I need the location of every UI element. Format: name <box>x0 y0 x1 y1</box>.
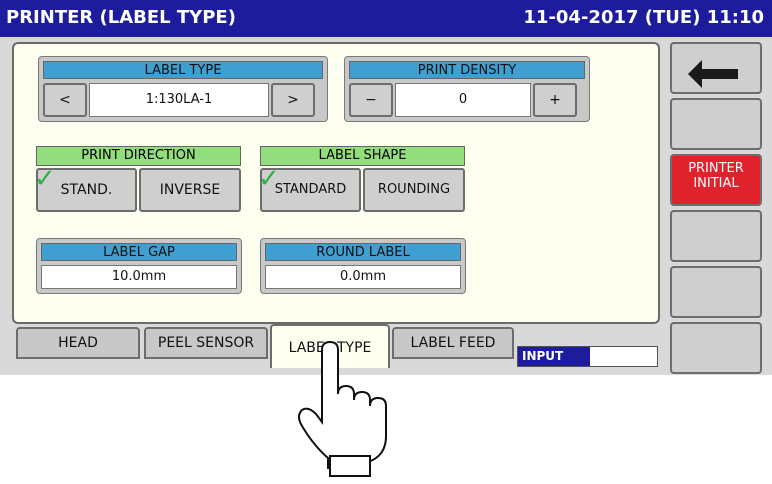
checkmark-icon: ✓ <box>258 164 280 194</box>
printer-initial-line2: INITIAL <box>693 176 739 191</box>
side-button-2[interactable] <box>670 98 762 150</box>
label-type-header: LABEL TYPE <box>43 61 323 79</box>
label-type-group: LABEL TYPE < 1:130LA-1 > <box>38 56 328 122</box>
side-button-4[interactable] <box>670 210 762 262</box>
side-button-5[interactable] <box>670 266 762 318</box>
shape-rounding-button[interactable]: ROUNDING <box>363 168 465 212</box>
input-field[interactable]: INPUT <box>517 346 658 367</box>
direction-inverse-button[interactable]: INVERSE <box>139 168 241 212</box>
label-type-value: 1:130LA-1 <box>89 83 269 117</box>
tab-label-feed[interactable]: LABEL FEED <box>392 327 514 359</box>
title-bar: PRINTER (LABEL TYPE) 11-04-2017 (TUE) 11… <box>0 0 772 37</box>
checkmark-icon: ✓ <box>34 164 56 194</box>
print-direction-header: PRINT DIRECTION <box>36 146 241 166</box>
print-density-header: PRINT DENSITY <box>349 61 585 79</box>
tapping-hand-icon <box>298 340 387 477</box>
settings-panel: LABEL TYPE < 1:130LA-1 > PRINT DENSITY −… <box>12 42 660 324</box>
printer-initial-line1: PRINTER <box>688 161 744 176</box>
density-minus-button[interactable]: − <box>349 83 393 117</box>
label-shape-header: LABEL SHAPE <box>260 146 465 166</box>
side-button-6[interactable] <box>670 322 762 374</box>
label-gap-header: LABEL GAP <box>41 243 237 261</box>
print-density-value: 0 <box>395 83 531 117</box>
printer-initial-button[interactable]: PRINTER INITIAL <box>670 154 762 206</box>
tab-peel-sensor[interactable]: PEEL SENSOR <box>144 327 268 359</box>
label-gap-group: LABEL GAP 10.0mm <box>36 238 242 294</box>
density-plus-button[interactable]: + <box>533 83 577 117</box>
back-button[interactable] <box>670 42 762 94</box>
round-label-header: ROUND LABEL <box>265 243 461 261</box>
label-type-prev-button[interactable]: < <box>43 83 87 117</box>
round-label-value[interactable]: 0.0mm <box>265 265 461 289</box>
tab-head[interactable]: HEAD <box>16 327 140 359</box>
date-time: 11-04-2017 (TUE) 11:10 <box>523 7 764 28</box>
round-label-group: ROUND LABEL 0.0mm <box>260 238 466 294</box>
label-gap-value[interactable]: 10.0mm <box>41 265 237 289</box>
label-type-next-button[interactable]: > <box>271 83 315 117</box>
print-density-group: PRINT DENSITY − 0 + <box>344 56 590 122</box>
return-arrow-icon <box>688 60 738 88</box>
page-title: PRINTER (LABEL TYPE) <box>6 7 236 28</box>
device-screen: PRINTER (LABEL TYPE) 11-04-2017 (TUE) 11… <box>0 0 772 375</box>
input-label: INPUT <box>518 347 590 366</box>
